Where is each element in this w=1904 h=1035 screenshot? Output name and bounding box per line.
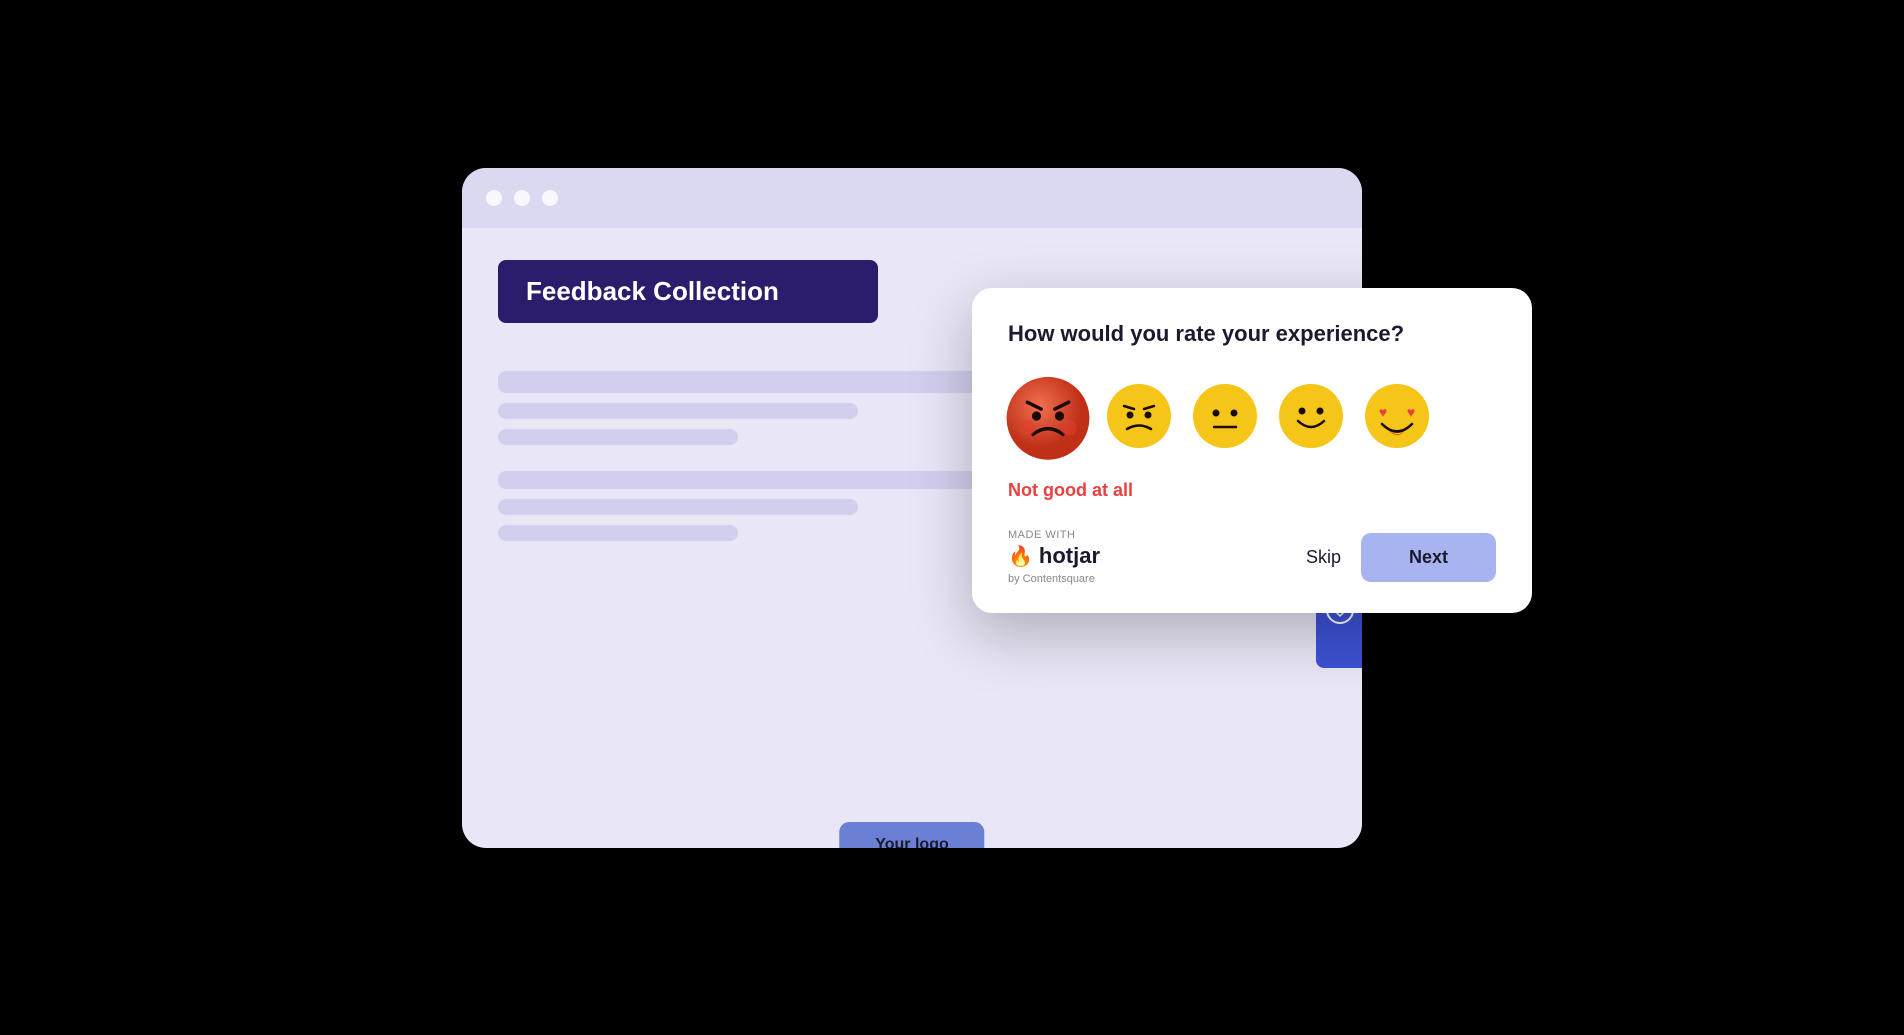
survey-footer: MADE WITH 🔥 hotjar by Contentsquare Skip… <box>1008 529 1496 585</box>
hotjar-logo-row: 🔥 hotjar <box>1008 543 1100 569</box>
content-block-2 <box>498 403 858 419</box>
rating-label: Not good at all <box>1008 480 1496 501</box>
hotjar-branding: MADE WITH 🔥 hotjar by Contentsquare <box>1008 529 1100 585</box>
emoji-sad-button[interactable] <box>1104 381 1174 451</box>
hotjar-flame-icon: 🔥 <box>1008 544 1033 569</box>
browser-titlebar <box>462 168 1362 228</box>
emoji-rating-row: ♥ ♥ <box>1008 376 1496 456</box>
emoji-neutral-button[interactable] <box>1190 381 1260 451</box>
survey-widget: How would you rate your experience? <box>972 288 1532 614</box>
content-block-1 <box>498 371 978 393</box>
hotjar-name: hotjar <box>1039 543 1100 569</box>
emoji-happy-button[interactable] <box>1276 381 1346 451</box>
content-block-5 <box>498 499 858 515</box>
content-block-4 <box>498 471 1018 489</box>
emoji-angry-button[interactable] <box>1002 370 1094 462</box>
survey-question: How would you rate your experience? <box>1008 320 1496 349</box>
svg-text:♥: ♥ <box>1379 404 1387 420</box>
svg-text:♥: ♥ <box>1407 404 1415 420</box>
traffic-light-3 <box>542 190 558 206</box>
content-block-6 <box>498 525 738 541</box>
survey-actions: Skip Next <box>1306 533 1496 582</box>
traffic-light-1 <box>486 190 502 206</box>
skip-button[interactable]: Skip <box>1306 547 1341 568</box>
emoji-love-button[interactable]: ♥ ♥ <box>1362 381 1432 451</box>
your-logo-button[interactable]: Your logo <box>839 822 984 848</box>
made-with-label: MADE WITH <box>1008 529 1100 541</box>
feedback-collection-label: Feedback Collection <box>498 260 878 323</box>
content-block-3 <box>498 429 738 445</box>
next-button[interactable]: Next <box>1361 533 1496 582</box>
contentsquare-label: by Contentsquare <box>1008 573 1100 585</box>
traffic-light-2 <box>514 190 530 206</box>
